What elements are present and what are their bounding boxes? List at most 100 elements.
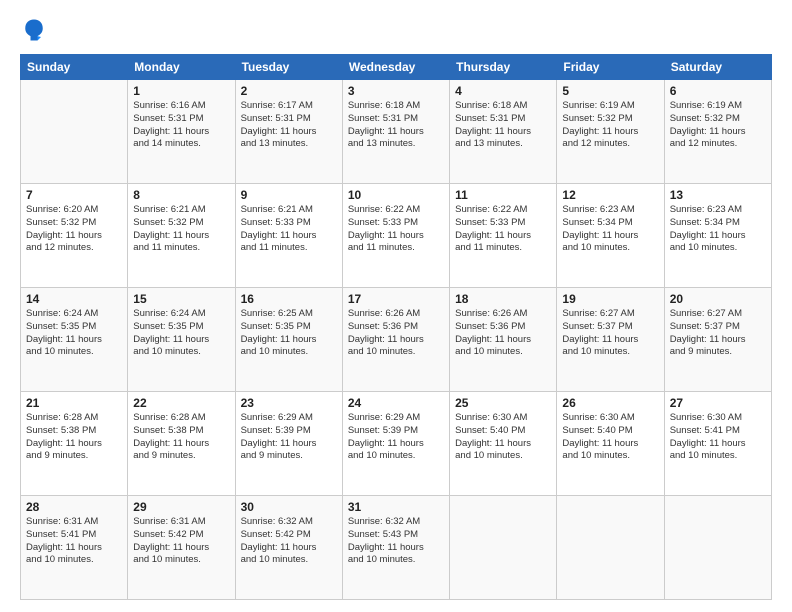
day-number: 30: [241, 500, 337, 514]
day-number: 4: [455, 84, 551, 98]
header: [20, 16, 772, 44]
day-info: Sunrise: 6:22 AM Sunset: 5:33 PM Dayligh…: [455, 204, 551, 255]
day-number: 25: [455, 396, 551, 410]
day-number: 24: [348, 396, 444, 410]
calendar-cell: 22Sunrise: 6:28 AM Sunset: 5:38 PM Dayli…: [128, 392, 235, 496]
calendar-cell: 11Sunrise: 6:22 AM Sunset: 5:33 PM Dayli…: [450, 184, 557, 288]
day-info: Sunrise: 6:30 AM Sunset: 5:40 PM Dayligh…: [562, 412, 658, 463]
day-info: Sunrise: 6:23 AM Sunset: 5:34 PM Dayligh…: [670, 204, 766, 255]
weekday-header-sunday: Sunday: [21, 55, 128, 80]
calendar-cell: 23 Sunrise: 6:29 AM Sunset: 5:39 PM Dayli…: [235, 392, 342, 496]
calendar-cell: 15 Sunrise: 6:24 AM Sunset: 5:35 PM Dayli…: [128, 288, 235, 392]
calendar-cell: [450, 496, 557, 600]
page: SundayMondayTuesdayWednesdayThursdayFrid…: [0, 0, 792, 612]
calendar-cell: 9 Sunrise: 6:21 AM Sunset: 5:33 PM Daylig…: [235, 184, 342, 288]
day-number: 17: [348, 292, 444, 306]
calendar-cell: 5Sunrise: 6:19 AM Sunset: 5:32 PM Daylig…: [557, 80, 664, 184]
day-info: Sunrise: 6:18 AM Sunset: 5:31 PM Dayligh…: [348, 100, 444, 151]
weekday-header-saturday: Saturday: [664, 55, 771, 80]
calendar-cell: 6 Sunrise: 6:19 AM Sunset: 5:32 PM Daylig…: [664, 80, 771, 184]
calendar-cell: 10Sunrise: 6:22 AM Sunset: 5:33 PM Dayli…: [342, 184, 449, 288]
logo: [20, 16, 52, 44]
calendar-cell: 12 Sunrise: 6:23 AM Sunset: 5:34 PM Dayli…: [557, 184, 664, 288]
weekday-header-thursday: Thursday: [450, 55, 557, 80]
day-info: Sunrise: 6:20 AM Sunset: 5:32 PM Dayligh…: [26, 204, 122, 255]
day-number: 10: [348, 188, 444, 202]
day-info: Sunrise: 6:17 AM Sunset: 5:31 PM Dayligh…: [241, 100, 337, 151]
day-info: Sunrise: 6:16 AM Sunset: 5:31 PM Dayligh…: [133, 100, 229, 151]
calendar-cell: 30 Sunrise: 6:32 AM Sunset: 5:42 PM Dayli…: [235, 496, 342, 600]
day-info: Sunrise: 6:23 AM Sunset: 5:34 PM Dayligh…: [562, 204, 658, 255]
calendar-week-5: 28 Sunrise: 6:31 AM Sunset: 5:41 PM Dayli…: [21, 496, 772, 600]
day-info: Sunrise: 6:21 AM Sunset: 5:33 PM Dayligh…: [241, 204, 337, 255]
calendar-cell: 4Sunrise: 6:18 AM Sunset: 5:31 PM Daylig…: [450, 80, 557, 184]
calendar-cell: [664, 496, 771, 600]
calendar-week-2: 7 Sunrise: 6:20 AM Sunset: 5:32 PM Daylig…: [21, 184, 772, 288]
day-info: Sunrise: 6:31 AM Sunset: 5:41 PM Dayligh…: [26, 516, 122, 567]
calendar-cell: 26 Sunrise: 6:30 AM Sunset: 5:40 PM Dayli…: [557, 392, 664, 496]
day-number: 13: [670, 188, 766, 202]
day-number: 27: [670, 396, 766, 410]
day-number: 20: [670, 292, 766, 306]
calendar-cell: 20 Sunrise: 6:27 AM Sunset: 5:37 PM Dayli…: [664, 288, 771, 392]
day-number: 9: [241, 188, 337, 202]
day-info: Sunrise: 6:30 AM Sunset: 5:40 PM Dayligh…: [455, 412, 551, 463]
day-info: Sunrise: 6:28 AM Sunset: 5:38 PM Dayligh…: [133, 412, 229, 463]
day-info: Sunrise: 6:21 AM Sunset: 5:32 PM Dayligh…: [133, 204, 229, 255]
day-info: Sunrise: 6:29 AM Sunset: 5:39 PM Dayligh…: [348, 412, 444, 463]
calendar-cell: 24 Sunrise: 6:29 AM Sunset: 5:39 PM Dayli…: [342, 392, 449, 496]
day-info: Sunrise: 6:25 AM Sunset: 5:35 PM Dayligh…: [241, 308, 337, 359]
calendar-cell: 13 Sunrise: 6:23 AM Sunset: 5:34 PM Dayli…: [664, 184, 771, 288]
calendar-cell: 1Sunrise: 6:16 AM Sunset: 5:31 PM Daylig…: [128, 80, 235, 184]
day-number: 15: [133, 292, 229, 306]
calendar-cell: 25 Sunrise: 6:30 AM Sunset: 5:40 PM Dayli…: [450, 392, 557, 496]
day-number: 6: [670, 84, 766, 98]
day-info: Sunrise: 6:24 AM Sunset: 5:35 PM Dayligh…: [133, 308, 229, 359]
calendar-table: SundayMondayTuesdayWednesdayThursdayFrid…: [20, 54, 772, 600]
day-number: 7: [26, 188, 122, 202]
calendar-cell: 16 Sunrise: 6:25 AM Sunset: 5:35 PM Dayli…: [235, 288, 342, 392]
calendar-cell: 28 Sunrise: 6:31 AM Sunset: 5:41 PM Dayli…: [21, 496, 128, 600]
weekday-header-row: SundayMondayTuesdayWednesdayThursdayFrid…: [21, 55, 772, 80]
calendar-week-4: 21 Sunrise: 6:28 AM Sunset: 5:38 PM Dayli…: [21, 392, 772, 496]
weekday-header-wednesday: Wednesday: [342, 55, 449, 80]
calendar-cell: 2 Sunrise: 6:17 AM Sunset: 5:31 PM Daylig…: [235, 80, 342, 184]
day-number: 14: [26, 292, 122, 306]
calendar-cell: 18Sunrise: 6:26 AM Sunset: 5:36 PM Dayli…: [450, 288, 557, 392]
calendar-cell: 29 Sunrise: 6:31 AM Sunset: 5:42 PM Dayli…: [128, 496, 235, 600]
day-info: Sunrise: 6:19 AM Sunset: 5:32 PM Dayligh…: [670, 100, 766, 151]
day-number: 23: [241, 396, 337, 410]
calendar-cell: [557, 496, 664, 600]
day-info: Sunrise: 6:28 AM Sunset: 5:38 PM Dayligh…: [26, 412, 122, 463]
day-info: Sunrise: 6:32 AM Sunset: 5:42 PM Dayligh…: [241, 516, 337, 567]
day-info: Sunrise: 6:27 AM Sunset: 5:37 PM Dayligh…: [670, 308, 766, 359]
day-info: Sunrise: 6:24 AM Sunset: 5:35 PM Dayligh…: [26, 308, 122, 359]
day-number: 21: [26, 396, 122, 410]
calendar-cell: 31 Sunrise: 6:32 AM Sunset: 5:43 PM Dayli…: [342, 496, 449, 600]
day-number: 31: [348, 500, 444, 514]
weekday-header-friday: Friday: [557, 55, 664, 80]
day-number: 29: [133, 500, 229, 514]
day-info: Sunrise: 6:30 AM Sunset: 5:41 PM Dayligh…: [670, 412, 766, 463]
day-number: 12: [562, 188, 658, 202]
day-number: 28: [26, 500, 122, 514]
day-number: 16: [241, 292, 337, 306]
calendar-week-1: 1Sunrise: 6:16 AM Sunset: 5:31 PM Daylig…: [21, 80, 772, 184]
day-number: 2: [241, 84, 337, 98]
day-number: 26: [562, 396, 658, 410]
calendar-cell: 8 Sunrise: 6:21 AM Sunset: 5:32 PM Daylig…: [128, 184, 235, 288]
calendar-cell: 19Sunrise: 6:27 AM Sunset: 5:37 PM Dayli…: [557, 288, 664, 392]
weekday-header-monday: Monday: [128, 55, 235, 80]
day-info: Sunrise: 6:26 AM Sunset: 5:36 PM Dayligh…: [348, 308, 444, 359]
calendar-cell: 14 Sunrise: 6:24 AM Sunset: 5:35 PM Dayli…: [21, 288, 128, 392]
logo-icon: [20, 16, 48, 44]
calendar-cell: 17 Sunrise: 6:26 AM Sunset: 5:36 PM Dayli…: [342, 288, 449, 392]
day-info: Sunrise: 6:32 AM Sunset: 5:43 PM Dayligh…: [348, 516, 444, 567]
day-info: Sunrise: 6:31 AM Sunset: 5:42 PM Dayligh…: [133, 516, 229, 567]
day-number: 3: [348, 84, 444, 98]
day-number: 8: [133, 188, 229, 202]
calendar-week-3: 14 Sunrise: 6:24 AM Sunset: 5:35 PM Dayli…: [21, 288, 772, 392]
day-info: Sunrise: 6:29 AM Sunset: 5:39 PM Dayligh…: [241, 412, 337, 463]
calendar-cell: 7 Sunrise: 6:20 AM Sunset: 5:32 PM Daylig…: [21, 184, 128, 288]
day-info: Sunrise: 6:27 AM Sunset: 5:37 PM Dayligh…: [562, 308, 658, 359]
